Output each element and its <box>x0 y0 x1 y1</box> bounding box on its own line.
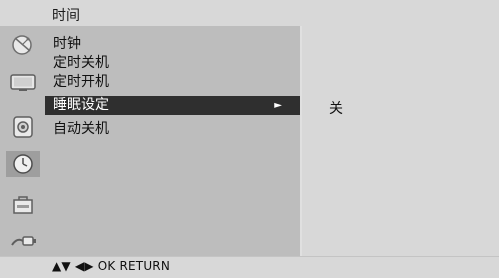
menu-item-auto-off[interactable]: 自动关机 <box>45 120 300 139</box>
footer-hint-bar: ▲▼ ◀▶ OK RETURN <box>0 256 499 278</box>
value-panel: 关 <box>302 26 499 256</box>
menu-item-clock[interactable]: 时钟 <box>45 35 300 54</box>
lock-icon[interactable] <box>6 192 40 218</box>
top-bar: 时间 <box>0 0 499 27</box>
input-cable-icon[interactable] <box>6 228 40 254</box>
menu-item-sleep-timer[interactable]: 睡眠设定 ► <box>45 96 300 115</box>
speaker-icon[interactable] <box>6 114 40 140</box>
satellite-dish-icon[interactable] <box>6 32 40 58</box>
clock-icon[interactable] <box>6 151 40 177</box>
page-title: 时间 <box>52 8 80 24</box>
time-menu: 时钟 定时关机 定时开机 睡眠设定 ► 自动关机 <box>45 26 302 256</box>
menu-item-off-timer[interactable]: 定时关机 <box>45 54 300 73</box>
tv-osd-screen: 时间 时钟 定时关机 定时开机 睡眠设定 ► 自动关机 关 ▲▼ ◀▶ OK R… <box>0 0 499 278</box>
sidebar <box>0 26 45 256</box>
submenu-arrow-icon: ► <box>274 100 282 111</box>
sleep-timer-value[interactable]: 关 <box>329 98 343 118</box>
navigation-hint: ▲▼ ◀▶ OK RETURN <box>52 259 171 273</box>
monitor-icon[interactable] <box>6 70 40 96</box>
menu-item-on-timer[interactable]: 定时开机 <box>45 73 300 92</box>
